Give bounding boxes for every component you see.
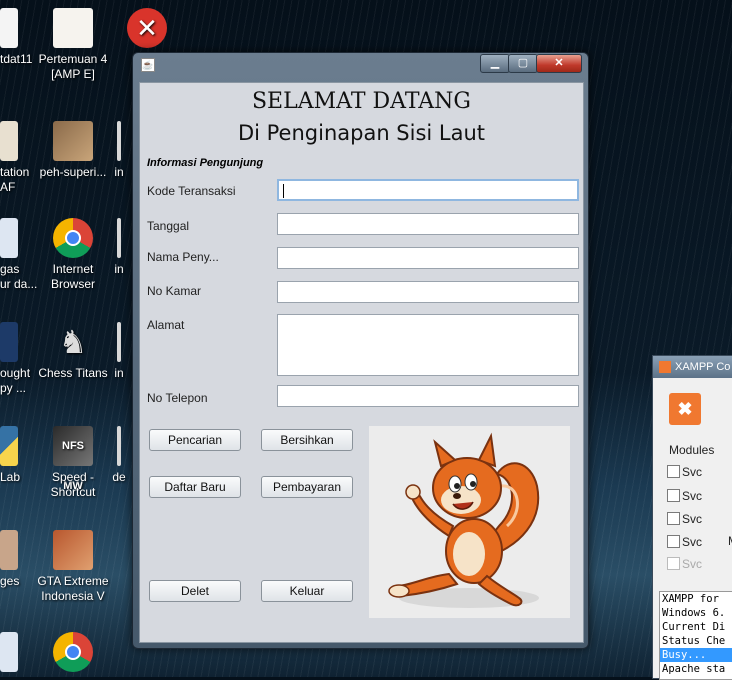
desktop-icon[interactable]: NFS MW Speed - Shortcut	[33, 426, 113, 500]
alamat-textarea[interactable]	[277, 314, 579, 376]
java-icon: ☕	[141, 58, 155, 72]
desktop-icon[interactable]: ♞ Chess Titans	[33, 322, 113, 381]
modules-label: Modules	[669, 443, 715, 457]
desktop-icon-label: Lab	[0, 470, 21, 484]
kode-transaksi-field[interactable]	[277, 179, 579, 201]
nama-field[interactable]	[277, 247, 579, 269]
log-line: XAMPP for	[662, 593, 719, 605]
log-line: Status Che	[662, 635, 726, 647]
service-label: Svc	[682, 489, 703, 503]
error-icon: ✕	[127, 8, 167, 48]
tanggal-label: Tanggal	[147, 219, 190, 233]
kamar-field[interactable]	[277, 281, 579, 303]
xampp-title: XAMPP Co	[675, 361, 731, 373]
desktop-icon[interactable]: in	[107, 218, 131, 277]
desktop-icon[interactable]: Internet Browser	[33, 218, 113, 292]
pembayaran-button[interactable]: Pembayaran	[261, 476, 353, 498]
desktop-icon-label: in	[114, 262, 124, 276]
pencarian-button[interactable]: Pencarian	[149, 429, 241, 451]
close-button[interactable]: ✕	[536, 54, 582, 73]
minimize-button[interactable]: ▁	[480, 54, 510, 73]
form-panel: SELAMAT DATANG Di Penginapan Sisi Laut I…	[139, 82, 584, 643]
kode-label: Kode Teransaksi	[147, 184, 236, 198]
maximize-button[interactable]: ▢	[508, 54, 538, 73]
chrome-icon	[53, 632, 93, 672]
telepon-label: No Telepon	[147, 391, 208, 405]
xampp-logo-icon: ✖	[669, 393, 701, 425]
service-checkbox[interactable]	[667, 535, 680, 548]
desktop-icon[interactable]: in	[107, 322, 131, 381]
chrome-icon	[53, 218, 93, 258]
desktop-icon[interactable]: in	[107, 121, 131, 180]
log-line: Apache sta	[662, 663, 726, 675]
desktop-icon-label: Speed - Shortcut	[50, 470, 96, 499]
log-line: Busy...	[660, 648, 732, 662]
xampp-window: XAMPP Co ✖ Modules Svc Svc Svc M Svc Svc…	[652, 355, 732, 680]
python-icon	[0, 426, 18, 466]
log-line: Current Di	[662, 621, 726, 633]
xampp-title-bar[interactable]: XAMPP Co	[653, 356, 732, 378]
delet-button[interactable]: Delet	[149, 580, 241, 602]
desktop-icon-label: peh-superi...	[39, 165, 107, 179]
service-label: Svc	[682, 557, 703, 571]
service-checkbox[interactable]	[667, 489, 680, 502]
kamar-label: No Kamar	[147, 284, 202, 298]
text-caret	[283, 184, 284, 198]
desktop-icon-label: tdat11	[0, 52, 33, 66]
app-window: ☕ ▁ ▢ ✕ SELAMAT DATANG Di Penginapan Sis…	[132, 52, 589, 649]
desktop-icon-label: Internet Browser	[50, 262, 95, 291]
page-subtitle: Di Penginapan Sisi Laut	[237, 121, 486, 145]
section-heading: Informasi Pengunjung	[147, 157, 264, 169]
telepon-field[interactable]	[277, 385, 579, 407]
desktop-icon-label: gas ur da...	[0, 262, 38, 291]
daftar-baru-button[interactable]: Daftar Baru	[149, 476, 241, 498]
desktop-icon-label: tation AF	[0, 165, 30, 194]
desktop-icon[interactable]	[0, 632, 40, 676]
page-title: SELAMAT DATANG	[251, 89, 471, 114]
desktop-icon[interactable]: peh-superi...	[33, 121, 113, 180]
service-checkbox[interactable]	[667, 512, 680, 525]
tanggal-field[interactable]	[277, 213, 579, 235]
desktop-icon-label: in	[114, 366, 124, 380]
desktop-icon-label: GTA Extreme Indonesia V	[37, 574, 109, 603]
service-label: Svc	[682, 535, 703, 549]
xampp-log[interactable]: XAMPP for Windows 6. Current Di Status C…	[659, 591, 732, 680]
xampp-icon	[659, 361, 671, 373]
chess-icon: ♞	[58, 324, 88, 360]
desktop-icon-label: Chess Titans	[38, 366, 108, 380]
log-line: Windows 6.	[662, 607, 726, 619]
service-checkbox	[667, 557, 680, 570]
desktop-icon-label: ought py ...	[0, 366, 31, 395]
desktop-icon-label: de	[112, 470, 126, 484]
service-label: Svc	[682, 465, 703, 479]
nama-label: Nama Peny...	[147, 250, 219, 264]
keluar-button[interactable]: Keluar	[261, 580, 353, 602]
alamat-label: Alamat	[147, 318, 185, 332]
desktop-icon[interactable]: GTA Extreme Indonesia V	[33, 530, 113, 604]
desktop-icon[interactable]	[33, 632, 113, 676]
desktop-icon-label: Pertemuan 4 [AMP E]	[38, 52, 108, 81]
desktop-icon[interactable]: Pertemuan 4 [AMP E]	[33, 8, 113, 82]
side-label: M	[728, 534, 732, 548]
title-bar[interactable]: ☕ ▁ ▢ ✕	[133, 53, 588, 75]
desktop-icon[interactable]: de	[107, 426, 131, 485]
service-label: Svc	[682, 512, 703, 526]
service-checkbox[interactable]	[667, 465, 680, 478]
desktop-icon-label: in	[114, 165, 124, 179]
squirrel-image	[369, 426, 570, 618]
bersihkan-button[interactable]: Bersihkan	[261, 429, 353, 451]
desktop-icon-label: ges	[0, 574, 20, 588]
